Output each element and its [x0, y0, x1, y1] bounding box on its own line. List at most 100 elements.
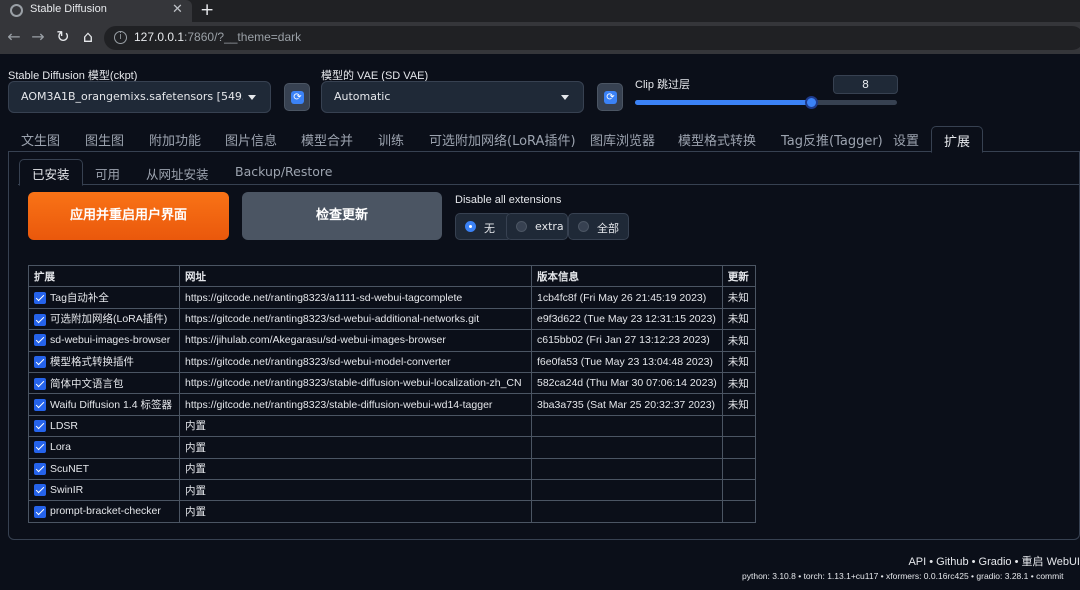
- url-text: 127.0.0.1:7860/?__theme=dark: [134, 30, 301, 44]
- globe-icon: [10, 4, 23, 17]
- enabled-checkbox[interactable]: [34, 313, 46, 326]
- ckpt-value: AOM3A1B_orangemixs.safetensors [5493a0ec…: [21, 90, 243, 103]
- address-bar[interactable]: i 127.0.0.1:7860/?__theme=dark: [104, 26, 1080, 50]
- enabled-checkbox[interactable]: [34, 377, 46, 390]
- ckpt-dropdown[interactable]: AOM3A1B_orangemixs.safetensors [5493a0ec…: [8, 81, 271, 113]
- refresh-icon: ⟳: [291, 91, 304, 104]
- url-cell[interactable]: https://gitcode.net/ranting8323/sd-webui…: [179, 307, 532, 331]
- home-icon[interactable]: ⌂: [78, 27, 98, 46]
- tab-png-info[interactable]: 图片信息: [225, 130, 277, 149]
- version-cell: [531, 500, 723, 523]
- url-cell[interactable]: https://gitcode.net/ranting8323/a1111-sd…: [179, 286, 532, 309]
- tab-img2img[interactable]: 图生图: [85, 130, 124, 149]
- extension-cell: ScuNET: [28, 457, 180, 480]
- url-cell[interactable]: https://gitcode.net/ranting8323/stable-d…: [179, 371, 532, 395]
- back-arrow-icon[interactable]: ←: [4, 27, 24, 46]
- forward-arrow-icon[interactable]: →: [28, 27, 48, 46]
- enabled-checkbox[interactable]: [34, 356, 46, 369]
- tab-additional-networks[interactable]: 可选附加网络(LoRA插件): [429, 130, 576, 149]
- vae-value: Automatic: [334, 90, 391, 103]
- tab-settings[interactable]: 设置: [893, 130, 919, 149]
- footer-links[interactable]: API • Github • Gradio • 重启 WebUI: [908, 553, 1080, 569]
- extension-cell: LDSR: [28, 414, 180, 438]
- info-icon[interactable]: i: [114, 31, 127, 44]
- tab-train[interactable]: 训练: [378, 130, 404, 149]
- tab-available[interactable]: 可用: [95, 164, 120, 183]
- url-cell[interactable]: https://gitcode.net/ranting8323/stable-d…: [179, 393, 532, 416]
- url-cell[interactable]: https://jihulab.com/Akegarasu/sd-webui-i…: [179, 329, 532, 352]
- tab-txt2img[interactable]: 文生图: [21, 130, 60, 149]
- enabled-checkbox[interactable]: [34, 484, 46, 497]
- browser-tab[interactable]: Stable Diffusion ✕: [0, 0, 192, 22]
- extension-cell: 模型格式转换插件: [28, 350, 180, 373]
- check-updates-button[interactable]: 检查更新: [242, 192, 442, 240]
- radio-none[interactable]: 无: [455, 213, 512, 240]
- tab-tagger[interactable]: Tag反推(Tagger): [781, 130, 883, 149]
- chevron-down-icon: [561, 95, 569, 100]
- url-cell: 内置: [179, 500, 532, 523]
- enabled-checkbox[interactable]: [34, 420, 46, 433]
- tab-extensions[interactable]: 扩展: [931, 126, 984, 153]
- clip-slider[interactable]: [635, 96, 897, 109]
- table-row: SwinIR 内置: [28, 478, 756, 502]
- radio-extra[interactable]: extra: [506, 213, 568, 240]
- update-cell: 未知: [721, 286, 756, 309]
- version-cell: [531, 414, 723, 438]
- apply-restart-button[interactable]: 应用并重启用户界面: [28, 192, 229, 240]
- enabled-checkbox[interactable]: [34, 505, 46, 518]
- refresh-ckpt-button[interactable]: ⟳: [284, 83, 310, 111]
- radio-dot-icon: [578, 221, 589, 232]
- clip-number-input[interactable]: 8: [833, 75, 898, 94]
- refresh-vae-button[interactable]: ⟳: [597, 83, 623, 111]
- tab-model-converter[interactable]: 模型格式转换: [678, 130, 756, 149]
- url-cell[interactable]: https://gitcode.net/ranting8323/sd-webui…: [179, 350, 532, 373]
- extensions-table: 扩展 网址 版本信息 更新 Tag自动补全 https://gitcode.ne…: [28, 264, 756, 523]
- update-cell: [721, 436, 756, 459]
- update-cell: 未知: [721, 350, 756, 373]
- disable-extensions-label: Disable all extensions: [455, 194, 562, 206]
- enabled-checkbox[interactable]: [34, 334, 46, 347]
- tab-extras[interactable]: 附加功能: [149, 130, 201, 149]
- plus-icon[interactable]: +: [200, 0, 214, 20]
- url-cell: 内置: [179, 478, 532, 502]
- close-icon[interactable]: ✕: [172, 2, 183, 17]
- clip-slider-thumb[interactable]: [804, 96, 818, 109]
- extension-cell: SwinIR: [28, 478, 180, 502]
- vae-dropdown[interactable]: Automatic: [321, 81, 584, 113]
- extension-name: sd-webui-images-browser: [50, 334, 171, 347]
- version-cell: [531, 478, 723, 502]
- tab-image-browser[interactable]: 图库浏览器: [590, 130, 655, 149]
- enabled-checkbox[interactable]: [34, 292, 46, 305]
- enabled-checkbox[interactable]: [34, 462, 46, 475]
- browser-toolbar: ← → ↻ ⌂ i 127.0.0.1:7860/?__theme=dark: [0, 22, 1080, 54]
- extension-name: ScuNET: [50, 462, 90, 475]
- extension-name: LDSR: [50, 419, 79, 432]
- chevron-down-icon: [248, 95, 256, 100]
- tab-model-merge[interactable]: 模型合并: [301, 130, 353, 149]
- reload-icon[interactable]: ↻: [53, 27, 73, 46]
- version-cell: 1cb4fc8f (Fri May 26 21:45:19 2023): [531, 286, 723, 309]
- radio-none-label: 无: [484, 222, 495, 235]
- tab-install-from-url[interactable]: 从网址安装: [146, 164, 209, 183]
- version-cell: [531, 457, 723, 480]
- radio-extra-label: extra: [535, 220, 564, 233]
- radio-all[interactable]: 全部: [568, 213, 629, 240]
- tab-backup-restore[interactable]: Backup/Restore: [235, 164, 332, 179]
- update-cell: [721, 500, 756, 523]
- version-cell: [531, 436, 723, 459]
- table-row: Waifu Diffusion 1.4 标签器 https://gitcode.…: [28, 393, 756, 416]
- extension-name: Lora: [50, 441, 72, 454]
- extension-name: 可选附加网络(LoRA插件): [50, 313, 168, 326]
- extension-cell: Lora: [28, 436, 180, 459]
- refresh-icon: ⟳: [604, 91, 617, 104]
- radio-all-label: 全部: [597, 222, 619, 235]
- url-rest: :7860/?__theme=dark: [184, 30, 302, 44]
- tab-installed[interactable]: 已安装: [19, 159, 83, 186]
- url-cell: 内置: [179, 457, 532, 480]
- enabled-checkbox[interactable]: [34, 399, 46, 412]
- extension-sub-tabs: 已安装 可用 从网址安装 Backup/Restore: [18, 159, 1080, 186]
- version-cell: e9f3d622 (Tue May 23 12:31:15 2023): [531, 307, 723, 331]
- enabled-checkbox[interactable]: [34, 441, 46, 454]
- table-row: 模型格式转换插件 https://gitcode.net/ranting8323…: [28, 350, 756, 373]
- update-cell: [721, 478, 756, 502]
